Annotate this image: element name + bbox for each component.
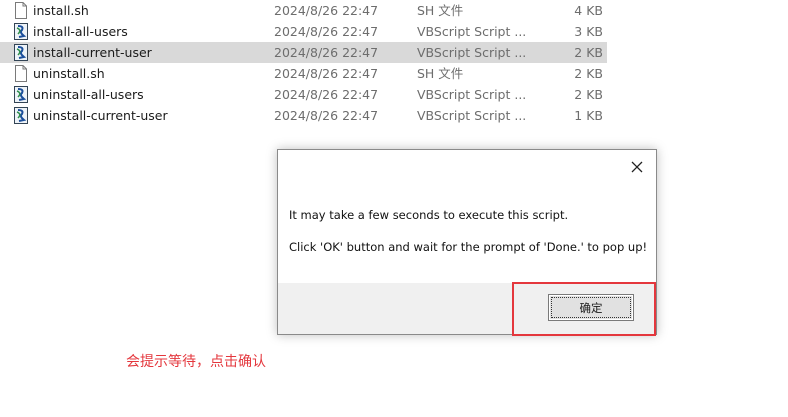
file-name: install.sh xyxy=(33,3,89,18)
file-row-selected[interactable]: install-current-user 2024/8/26 22:47 VBS… xyxy=(0,42,607,63)
file-size: 2 KB xyxy=(574,66,603,81)
file-size: 2 KB xyxy=(574,45,603,60)
file-row[interactable]: install-all-users 2024/8/26 22:47 VBScri… xyxy=(0,21,610,42)
annotation-text: 会提示等待，点击确认 xyxy=(126,354,266,370)
vbscript-icon xyxy=(13,86,29,103)
file-date: 2024/8/26 22:47 xyxy=(274,24,379,39)
file-date: 2024/8/26 22:47 xyxy=(274,45,379,60)
dialog-message-line1: It may take a few seconds to execute thi… xyxy=(289,208,569,222)
file-date: 2024/8/26 22:47 xyxy=(274,87,379,102)
file-row[interactable]: uninstall-current-user 2024/8/26 22:47 V… xyxy=(0,105,610,126)
close-button[interactable] xyxy=(624,155,650,179)
file-row[interactable]: uninstall.sh 2024/8/26 22:47 SH 文件 2 KB xyxy=(0,63,610,84)
file-size: 3 KB xyxy=(574,24,603,39)
annotation-highlight-box xyxy=(512,282,656,336)
file-type: SH 文件 xyxy=(417,66,464,81)
file-name: install-all-users xyxy=(33,24,128,39)
document-icon xyxy=(13,65,29,82)
file-name: uninstall-current-user xyxy=(33,108,168,123)
file-size: 4 KB xyxy=(574,3,603,18)
file-date: 2024/8/26 22:47 xyxy=(274,108,379,123)
file-date: 2024/8/26 22:47 xyxy=(274,3,379,18)
vbscript-icon xyxy=(13,44,29,61)
file-row[interactable]: install.sh 2024/8/26 22:47 SH 文件 4 KB xyxy=(0,0,610,21)
file-type: VBScript Script ... xyxy=(417,108,527,123)
vbscript-icon xyxy=(13,23,29,40)
close-icon xyxy=(631,158,643,177)
document-icon xyxy=(13,2,29,19)
file-type: VBScript Script ... xyxy=(417,45,527,60)
file-row[interactable]: uninstall-all-users 2024/8/26 22:47 VBSc… xyxy=(0,84,610,105)
file-name: uninstall.sh xyxy=(33,66,105,81)
file-type: SH 文件 xyxy=(417,3,464,18)
dialog-message-line2: Click 'OK' button and wait for the promp… xyxy=(289,240,648,254)
file-size: 1 KB xyxy=(574,108,603,123)
file-type: VBScript Script ... xyxy=(417,24,527,39)
file-size: 2 KB xyxy=(574,87,603,102)
file-name: uninstall-all-users xyxy=(33,87,144,102)
file-type: VBScript Script ... xyxy=(417,87,527,102)
file-list: install.sh 2024/8/26 22:47 SH 文件 4 KB in… xyxy=(0,0,610,126)
file-date: 2024/8/26 22:47 xyxy=(274,66,379,81)
vbscript-icon xyxy=(13,107,29,124)
file-name: install-current-user xyxy=(33,45,152,60)
